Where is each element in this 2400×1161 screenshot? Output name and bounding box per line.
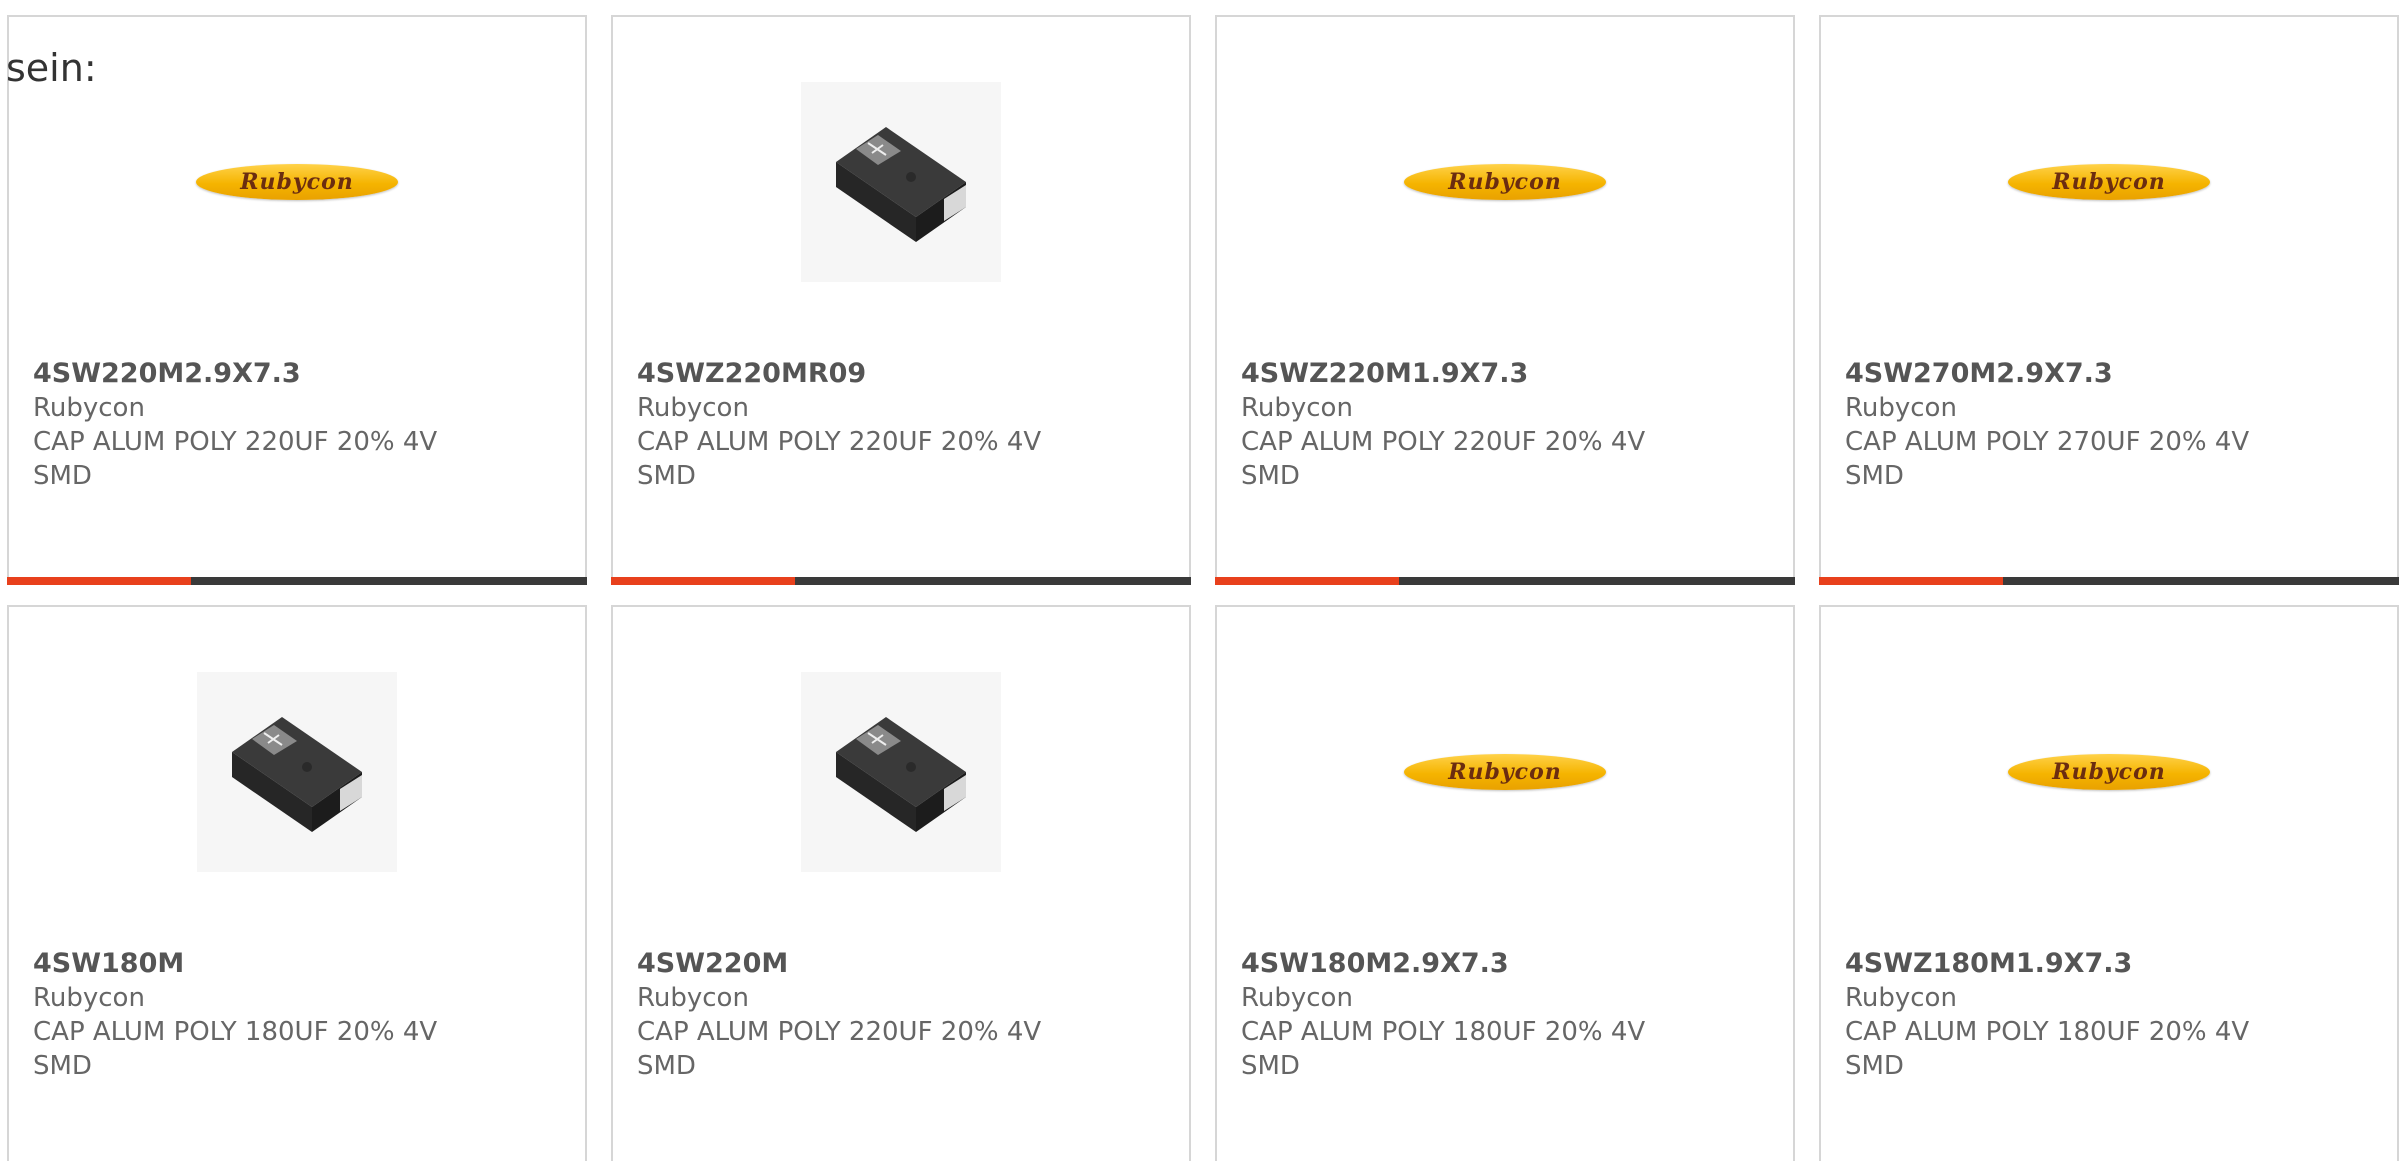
rubycon-logo-icon: Rubycon bbox=[1404, 164, 1606, 200]
part-number-link[interactable]: 4SW180M2.9X7.3 bbox=[1241, 947, 1769, 981]
product-results-page: sein: Rubycon 4SW220M2.9X7.3 Rubycon CAP… bbox=[0, 0, 2400, 1161]
product-image[interactable]: Rubycon bbox=[1217, 667, 1793, 877]
card-bottom-bar bbox=[7, 577, 587, 585]
smd-capacitor-icon bbox=[197, 672, 397, 872]
manufacturer-name: Rubycon bbox=[637, 393, 749, 423]
card-bottom-bar bbox=[1819, 577, 2399, 585]
rubycon-logo-icon: Rubycon bbox=[196, 164, 398, 200]
manufacturer-name: Rubycon bbox=[1241, 983, 1353, 1013]
manufacturer-name: Rubycon bbox=[1241, 393, 1353, 423]
product-card[interactable]: Rubycon 4SWZ220M1.9X7.3 Rubycon CAP ALUM… bbox=[1215, 15, 1795, 585]
card-accent-bar bbox=[611, 577, 795, 585]
manufacturer-name: Rubycon bbox=[33, 983, 145, 1013]
part-number-link[interactable]: 4SWZ220MR09 bbox=[637, 357, 1165, 391]
product-image[interactable]: Rubycon bbox=[9, 77, 585, 287]
rubycon-logo-icon: Rubycon bbox=[1404, 754, 1606, 790]
part-number-link[interactable]: 4SW270M2.9X7.3 bbox=[1845, 357, 2373, 391]
product-card[interactable]: Rubycon 4SW270M2.9X7.3 Rubycon CAP ALUM … bbox=[1819, 15, 2399, 585]
manufacturer-name: Rubycon bbox=[33, 393, 145, 423]
product-description: CAP ALUM POLY 220UF 20% 4V SMD bbox=[637, 427, 1042, 491]
product-image[interactable] bbox=[613, 77, 1189, 287]
part-number-link[interactable]: 4SWZ220M1.9X7.3 bbox=[1241, 357, 1769, 391]
rubycon-logo-icon: Rubycon bbox=[2008, 164, 2210, 200]
product-card[interactable]: Rubycon 4SWZ180M1.9X7.3 Rubycon CAP ALUM… bbox=[1819, 605, 2399, 1161]
product-image[interactable]: Rubycon bbox=[1217, 77, 1793, 287]
product-image[interactable]: Rubycon bbox=[1821, 77, 2397, 287]
part-number-link[interactable]: 4SWZ180M1.9X7.3 bbox=[1845, 947, 2373, 981]
part-number-link[interactable]: 4SW220M2.9X7.3 bbox=[33, 357, 561, 391]
card-accent-bar bbox=[1215, 577, 1399, 585]
product-description: CAP ALUM POLY 180UF 20% 4V SMD bbox=[1241, 1017, 1646, 1081]
manufacturer-name: Rubycon bbox=[1845, 983, 1957, 1013]
rubycon-logo-icon: Rubycon bbox=[2008, 754, 2210, 790]
card-accent-bar bbox=[1819, 577, 2003, 585]
smd-capacitor-icon bbox=[801, 82, 1001, 282]
product-description: CAP ALUM POLY 270UF 20% 4V SMD bbox=[1845, 427, 2250, 491]
card-accent-bar bbox=[7, 577, 191, 585]
product-grid: Rubycon 4SW220M2.9X7.3 Rubycon CAP ALUM … bbox=[7, 15, 2400, 1161]
product-card[interactable]: 4SW180M Rubycon CAP ALUM POLY 180UF 20% … bbox=[7, 605, 587, 1161]
product-image[interactable]: Rubycon bbox=[1821, 667, 2397, 877]
product-card[interactable]: 4SW220M Rubycon CAP ALUM POLY 220UF 20% … bbox=[611, 605, 1191, 1161]
manufacturer-name: Rubycon bbox=[1845, 393, 1957, 423]
product-card[interactable]: 4SWZ220MR09 Rubycon CAP ALUM POLY 220UF … bbox=[611, 15, 1191, 585]
product-card[interactable]: Rubycon 4SW180M2.9X7.3 Rubycon CAP ALUM … bbox=[1215, 605, 1795, 1161]
product-description: CAP ALUM POLY 180UF 20% 4V SMD bbox=[33, 1017, 438, 1081]
part-number-link[interactable]: 4SW180M bbox=[33, 947, 561, 981]
product-description: CAP ALUM POLY 220UF 20% 4V SMD bbox=[33, 427, 438, 491]
product-description: CAP ALUM POLY 220UF 20% 4V SMD bbox=[637, 1017, 1042, 1081]
card-bottom-bar bbox=[1215, 577, 1795, 585]
card-bottom-bar bbox=[611, 577, 1191, 585]
product-description: CAP ALUM POLY 180UF 20% 4V SMD bbox=[1845, 1017, 2250, 1081]
section-heading: sein: bbox=[6, 46, 97, 90]
product-card[interactable]: Rubycon 4SW220M2.9X7.3 Rubycon CAP ALUM … bbox=[7, 15, 587, 585]
product-description: CAP ALUM POLY 220UF 20% 4V SMD bbox=[1241, 427, 1646, 491]
product-image[interactable] bbox=[9, 667, 585, 877]
part-number-link[interactable]: 4SW220M bbox=[637, 947, 1165, 981]
manufacturer-name: Rubycon bbox=[637, 983, 749, 1013]
product-image[interactable] bbox=[613, 667, 1189, 877]
smd-capacitor-icon bbox=[801, 672, 1001, 872]
